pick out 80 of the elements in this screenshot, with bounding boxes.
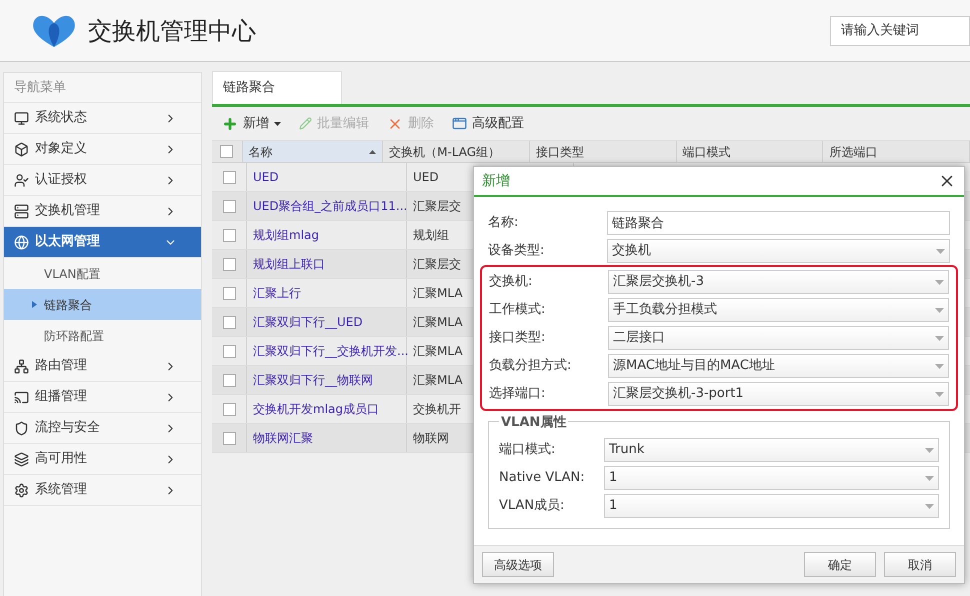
checkbox[interactable] <box>220 145 234 158</box>
select-field[interactable]: 汇聚层交换机-3 <box>608 270 949 294</box>
menu-icon <box>14 204 29 218</box>
pencil-icon <box>299 117 312 130</box>
menu-icon <box>14 482 29 498</box>
name-link[interactable]: 规划组上联口 <box>247 250 407 278</box>
dropdown-icon <box>935 364 944 368</box>
name-link[interactable]: 汇聚双归下行__交换机开发... <box>247 337 407 365</box>
checkbox[interactable] <box>222 374 236 386</box>
menu-icon <box>14 390 29 404</box>
checkbox[interactable] <box>222 258 236 270</box>
menu-icon <box>14 452 29 466</box>
name-link[interactable]: 规划组mlag <box>247 221 407 249</box>
select-field[interactable]: 手工负载分担模式 <box>608 298 949 322</box>
tab[interactable]: 链路聚合 <box>212 71 342 104</box>
plus-icon <box>222 116 238 132</box>
checkbox[interactable] <box>222 200 236 212</box>
checkbox[interactable] <box>222 344 236 358</box>
field-label: VLAN成员: <box>499 497 566 516</box>
select-field[interactable]: 1 <box>604 494 939 518</box>
checkbox[interactable] <box>222 228 236 242</box>
select-field[interactable]: 二层接口 <box>608 326 949 350</box>
dropdown-icon <box>925 504 934 508</box>
dialog-button[interactable]: 确定 <box>804 552 876 577</box>
name-link[interactable]: 交换机开发mlag成员口 <box>247 395 407 423</box>
dialog-title: 新增 <box>482 172 510 190</box>
select-field[interactable]: 交换机 <box>607 239 950 263</box>
column-header[interactable]: 交换机（M-LAG组） <box>383 141 530 162</box>
column-header[interactable]: 名称 <box>242 141 384 162</box>
sidebar-item[interactable]: 以太网管理 <box>4 227 201 258</box>
submenu-item[interactable]: VLAN配置 <box>4 258 201 289</box>
column-header[interactable]: 端口模式 <box>676 141 824 162</box>
select-field[interactable]: 1 <box>604 466 939 490</box>
sidebar-item[interactable]: 对象定义 <box>4 134 201 165</box>
sort-icon <box>369 150 376 154</box>
checkbox[interactable] <box>222 286 236 300</box>
sidebar-title: 导航菜单 <box>4 73 201 103</box>
dropdown-icon <box>925 448 934 452</box>
advanced-options-button[interactable]: 高级选项 <box>482 552 554 577</box>
submenu-item[interactable]: 链路聚合 <box>4 289 201 320</box>
menu-icon <box>14 358 29 374</box>
menu-icon <box>14 110 29 126</box>
menu-icon <box>14 234 29 250</box>
window-icon <box>452 116 467 131</box>
checkbox[interactable] <box>222 316 236 328</box>
name-link[interactable]: 汇聚双归下行__物联网 <box>247 366 407 394</box>
dropdown-icon <box>925 476 934 480</box>
field-label: Native VLAN: <box>499 469 586 488</box>
toolbar-button[interactable]: 高级配置 <box>452 114 524 134</box>
dialog-button[interactable]: 取消 <box>884 552 956 577</box>
submenu-item[interactable]: 防环路配置 <box>4 320 201 351</box>
column-header[interactable]: 所选端口 <box>823 141 970 162</box>
sidebar-item[interactable]: 流控与安全 <box>4 413 201 444</box>
checkbox[interactable] <box>222 432 236 444</box>
sidebar-item[interactable]: 高可用性 <box>4 444 201 475</box>
name-field[interactable]: 链路聚合 <box>607 211 950 235</box>
toolbar-button[interactable]: 新增 <box>222 114 281 134</box>
sidebar-item[interactable]: 系统状态 <box>4 103 201 134</box>
name-link[interactable]: 汇聚上行 <box>247 279 407 307</box>
app-title: 交换机管理中心 <box>88 16 256 46</box>
name-link[interactable]: UED聚合组_之前成员口11... <box>247 192 407 220</box>
search-field[interactable]: 请输入关键词 <box>830 16 970 46</box>
select-field[interactable]: 源MAC地址与目的MAC地址 <box>608 354 949 378</box>
column-header[interactable]: 接口类型 <box>530 141 677 162</box>
caret-icon <box>274 122 281 126</box>
checkbox[interactable] <box>222 402 236 416</box>
menu-icon <box>14 420 29 436</box>
select-field[interactable]: Trunk <box>604 438 939 462</box>
select-field[interactable]: 汇聚层交换机-3-port1 <box>608 382 949 406</box>
sidebar-item[interactable]: 组播管理 <box>4 382 201 413</box>
name-link[interactable]: UED <box>247 163 407 191</box>
checkbox[interactable] <box>222 170 236 184</box>
sidebar-item[interactable]: 系统管理 <box>4 475 201 506</box>
name-link[interactable]: 物联网汇聚 <box>247 424 407 452</box>
menu-icon <box>14 142 29 156</box>
name-link[interactable]: 汇聚双归下行__UED <box>247 308 407 336</box>
sidebar-item[interactable]: 认证授权 <box>4 165 201 196</box>
sidebar-item[interactable]: 路由管理 <box>4 351 201 382</box>
menu-icon <box>14 172 29 188</box>
pointer-icon <box>32 301 37 308</box>
